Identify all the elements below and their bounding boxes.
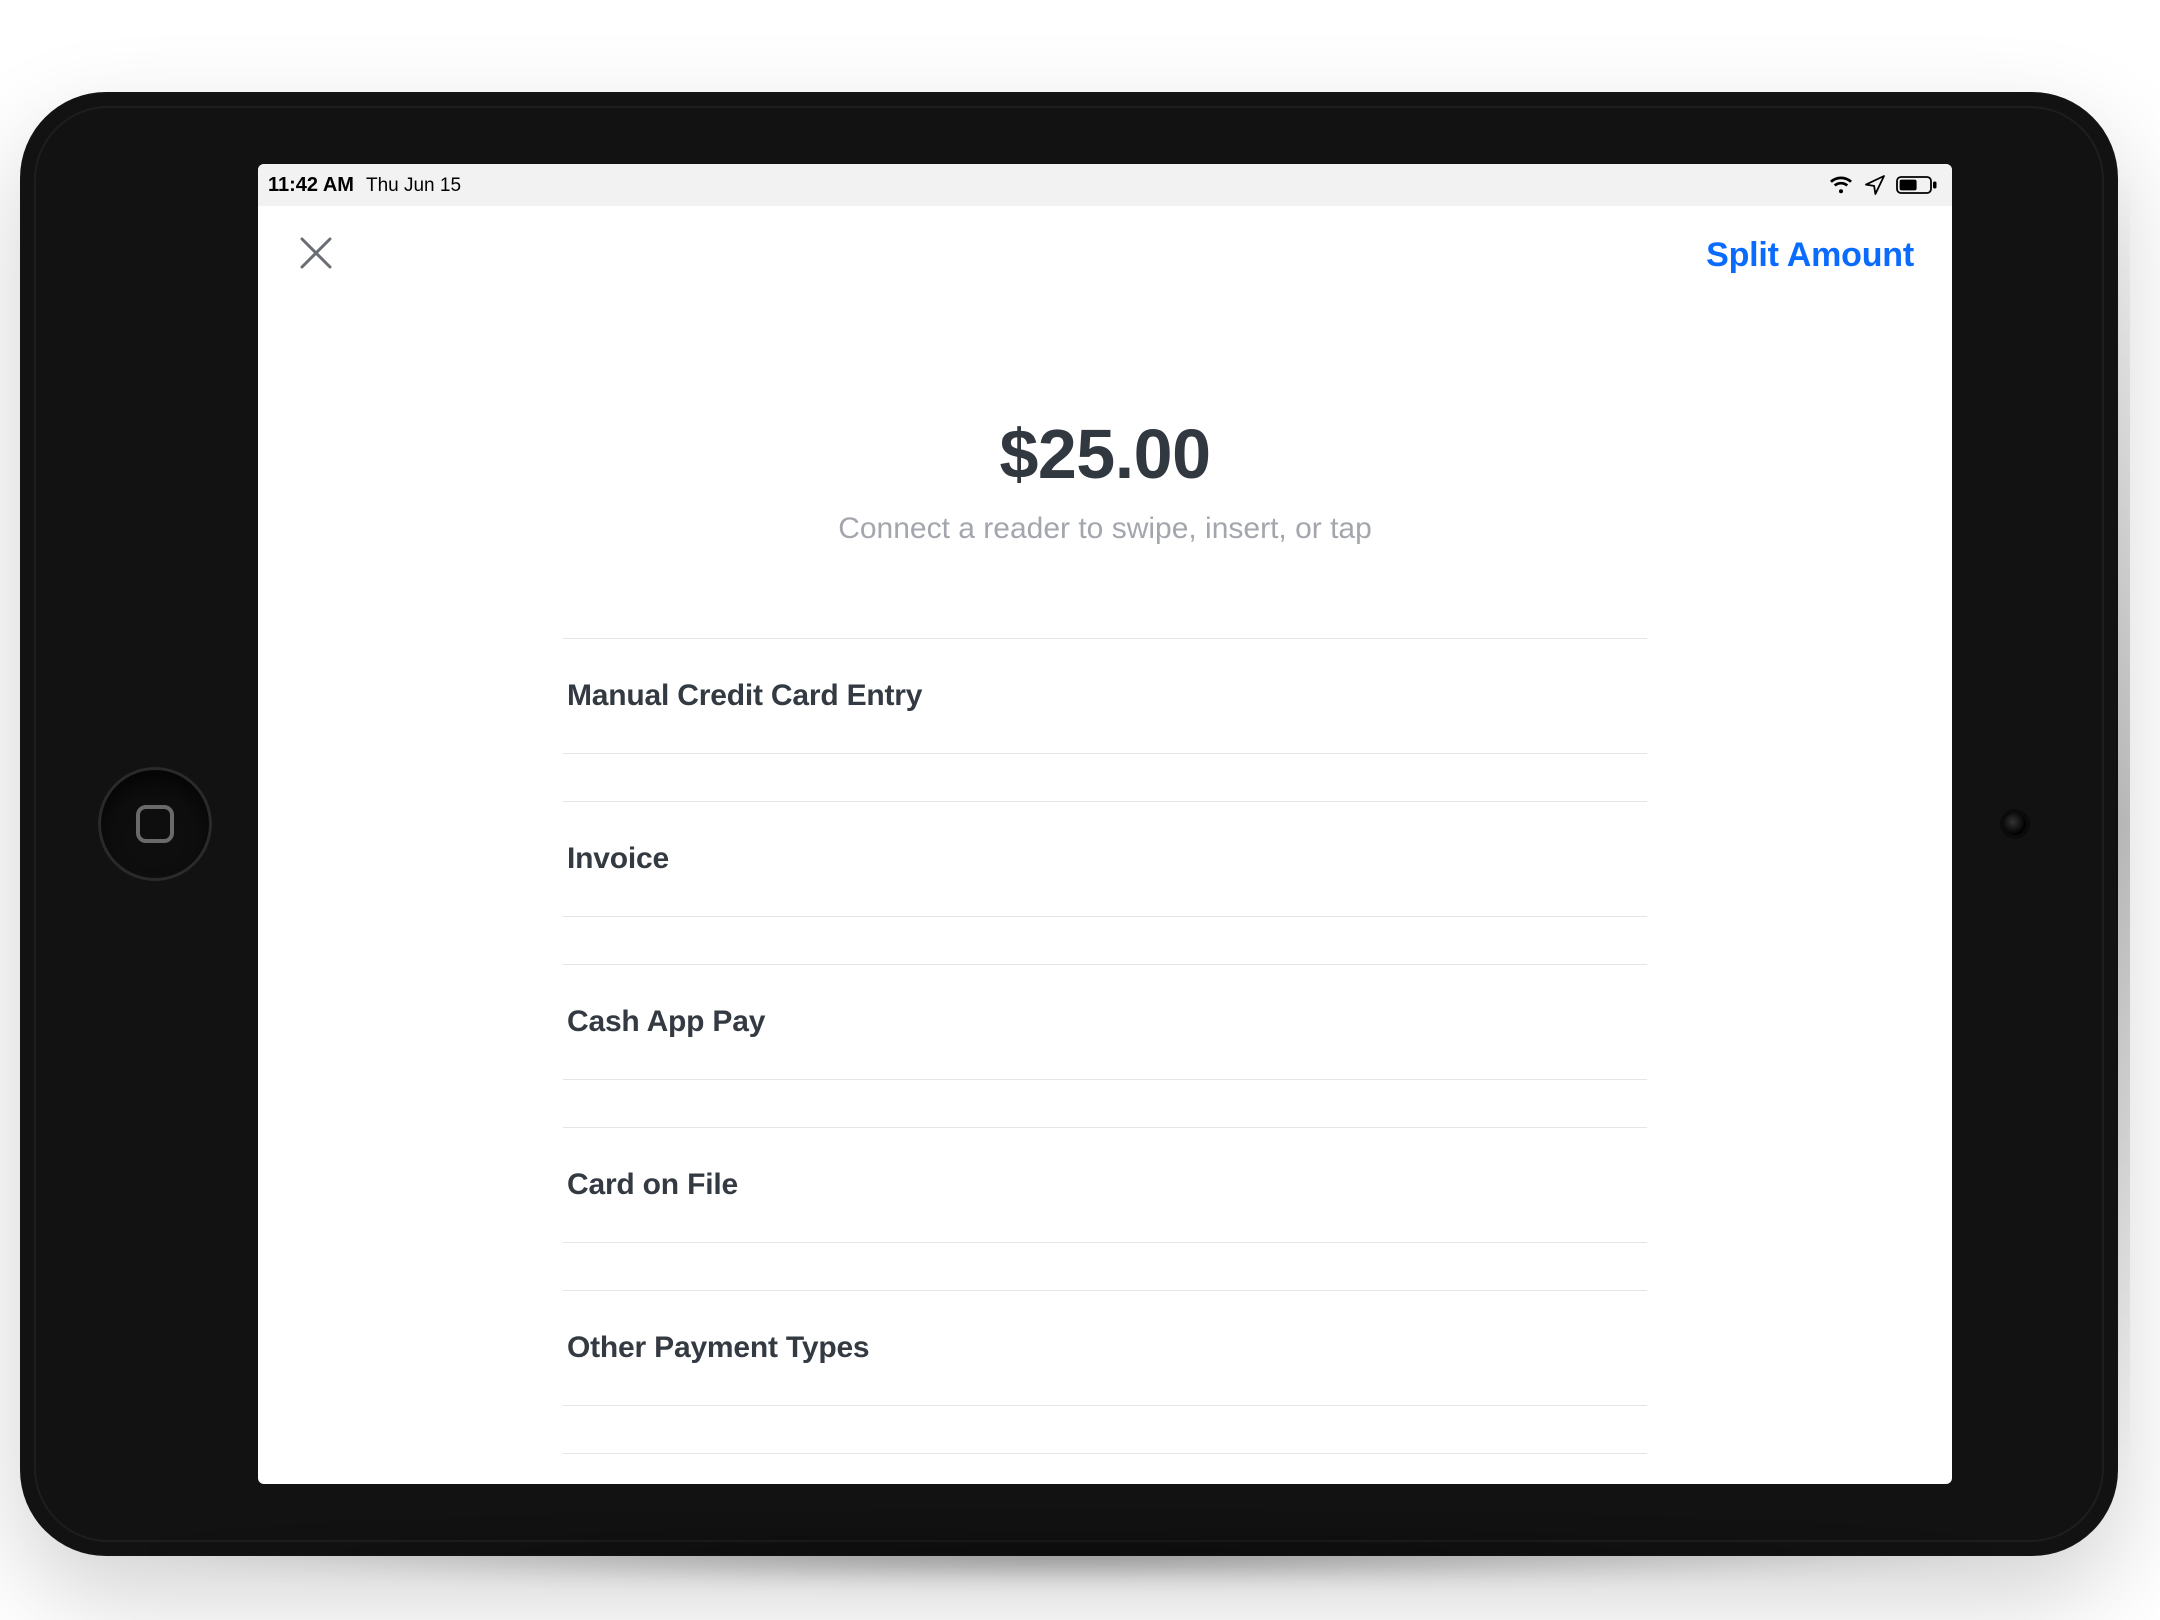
option-spacer (563, 1080, 1647, 1128)
payment-options-list: Manual Credit Card Entry Invoice Cash Ap… (563, 638, 1647, 1454)
payment-option-label: Manual Credit Card Entry (567, 679, 1643, 713)
payment-option-label: Other Payment Types (567, 1331, 1643, 1365)
status-time: 11:42 AM (268, 174, 354, 197)
checkout-main: $25.00 Connect a reader to swipe, insert… (258, 304, 1952, 1454)
battery-icon (1896, 175, 1938, 195)
home-button[interactable] (98, 767, 212, 881)
close-icon (296, 233, 336, 278)
device-shadow (120, 1524, 2018, 1584)
device-frame: 11:42 AM Thu Jun 15 (20, 92, 2118, 1556)
status-bar-left: 11:42 AM Thu Jun 15 (268, 174, 461, 197)
option-spacer (563, 917, 1647, 965)
app-screen: 11:42 AM Thu Jun 15 (258, 164, 1952, 1484)
home-button-icon (136, 805, 174, 843)
wifi-icon (1828, 175, 1854, 195)
status-date: Thu Jun 15 (366, 175, 461, 197)
option-spacer (563, 1406, 1647, 1454)
app-nav: Split Amount (258, 206, 1952, 304)
payment-option-label: Cash App Pay (567, 1005, 1643, 1039)
split-amount-button[interactable]: Split Amount (1706, 236, 1914, 275)
checkout-amount: $25.00 (258, 414, 1952, 494)
status-bar-right (1828, 174, 1938, 196)
payment-option-label: Card on File (567, 1168, 1643, 1202)
payment-option-cash-app-pay[interactable]: Cash App Pay (563, 965, 1647, 1080)
close-button[interactable] (296, 235, 336, 275)
location-icon (1864, 174, 1886, 196)
payment-option-label: Invoice (567, 842, 1643, 876)
option-spacer (563, 754, 1647, 802)
device-edge-highlight (2116, 172, 2130, 1476)
payment-option-card-on-file[interactable]: Card on File (563, 1128, 1647, 1243)
status-bar: 11:42 AM Thu Jun 15 (258, 164, 1952, 206)
checkout-subtitle: Connect a reader to swipe, insert, or ta… (258, 512, 1952, 546)
payment-option-other[interactable]: Other Payment Types (563, 1291, 1647, 1406)
option-spacer (563, 1243, 1647, 1291)
front-camera (2004, 813, 2026, 835)
payment-option-manual-card[interactable]: Manual Credit Card Entry (563, 639, 1647, 754)
payment-option-invoice[interactable]: Invoice (563, 802, 1647, 917)
